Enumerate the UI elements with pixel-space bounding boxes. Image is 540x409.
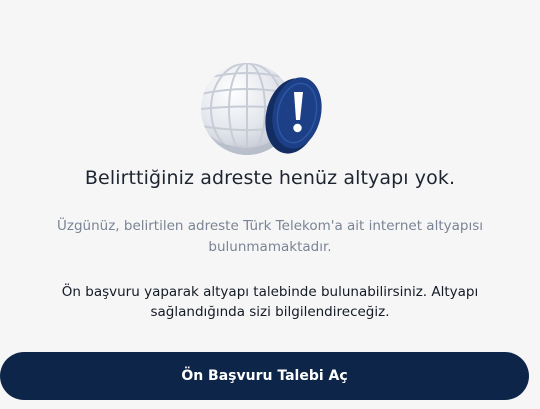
dialog-title: Belirttiğiniz adreste henüz altyapı yok. [84,167,456,189]
dialog-subtitle: Üzgünüz, belirtilen adreste Türk Telekom… [57,218,483,255]
no-infrastructure-panel: Belirttiğiniz adreste henüz altyapı yok.… [0,0,540,409]
open-preapplication-button[interactable]: Ön Başvuru Talebi Aç [0,352,529,400]
globe-with-alert-icon [195,54,330,166]
preapplication-notice: Ön başvuru yaparak altyapı talebinde bul… [61,284,479,320]
